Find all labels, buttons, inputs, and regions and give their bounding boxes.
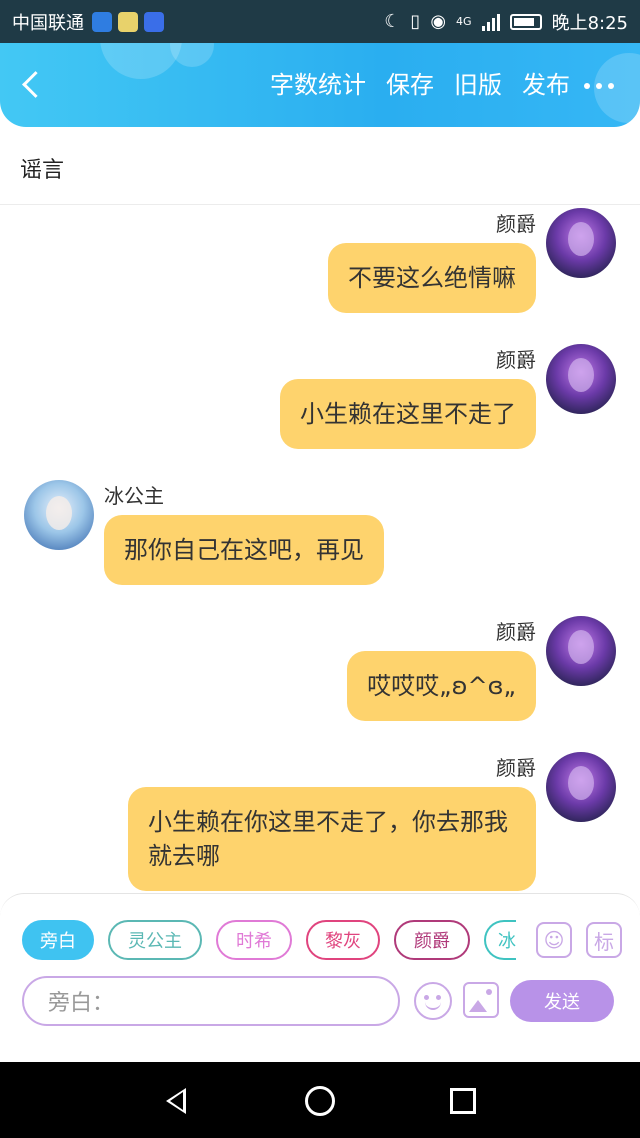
nav-home-icon[interactable] xyxy=(305,1086,335,1116)
save-button[interactable]: 保存 xyxy=(386,65,434,100)
avatar-yanjue[interactable] xyxy=(546,208,616,278)
decorative-bubble xyxy=(170,43,214,67)
status-bar: 中国联通 ☾ ▯ ◉ 4G 晚上8:25 xyxy=(0,0,640,43)
avatar-yanjue[interactable] xyxy=(546,344,616,414)
avatar-bing-princess[interactable] xyxy=(24,480,94,550)
message-input[interactable]: 旁白： xyxy=(22,976,400,1026)
navigation-bar xyxy=(0,1062,640,1138)
clock: 晚上8:25 xyxy=(551,12,628,34)
avatar-yanjue[interactable] xyxy=(546,752,616,822)
cat-app-icon xyxy=(118,11,138,32)
character-chip-ling[interactable]: 灵公主 xyxy=(108,920,202,960)
network-type: 4G xyxy=(456,15,472,28)
message-bubble[interactable]: 不要这么绝情嘛 xyxy=(328,243,536,313)
speaker-name: 颜爵 xyxy=(496,756,536,780)
message-bubble[interactable]: 哎哎哎„ʚ^ɞ„ xyxy=(347,651,536,721)
composer-panel: 旁白 灵公主 时希 黎灰 颜爵 冰 ☺ 标 旁白： 发送 xyxy=(0,893,640,1028)
moon-icon: ☾ xyxy=(384,11,401,32)
person-icon[interactable]: ☺ xyxy=(536,922,572,958)
bulb-app-icon xyxy=(144,11,164,32)
character-chip-yanjue[interactable]: 颜爵 xyxy=(394,920,470,960)
speaker-name: 颜爵 xyxy=(496,212,536,236)
message-bubble[interactable]: 小生赖在你这里不走了，你去那我就去哪 xyxy=(128,787,536,891)
header-actions: 字数统计 保存 旧版 发布 xyxy=(270,65,570,100)
nav-back-icon[interactable] xyxy=(166,1088,186,1114)
input-placeholder: 旁白： xyxy=(48,991,115,1016)
shield-app-icon xyxy=(92,11,112,32)
speaker-name: 颜爵 xyxy=(496,620,536,644)
signal-icon xyxy=(481,13,500,31)
emoji-icon[interactable] xyxy=(414,982,452,1020)
top-header: 字数统计 保存 旧版 发布 xyxy=(0,43,640,127)
avatar-yanjue[interactable] xyxy=(546,616,616,686)
chat-list[interactable]: 颜爵 不要这么绝情嘛 颜爵 小生赖在这里不走了 冰公主 那你自己在这吧，再见 颜… xyxy=(0,205,640,895)
eye-icon: ◉ xyxy=(430,11,447,32)
send-button[interactable]: 发送 xyxy=(510,980,614,1022)
old-version-button[interactable]: 旧版 xyxy=(454,65,502,100)
vibrate-icon: ▯ xyxy=(410,11,421,32)
character-chip-lihui[interactable]: 黎灰 xyxy=(306,920,380,960)
character-chip-narrator[interactable]: 旁白 xyxy=(22,920,94,960)
speaker-name: 颜爵 xyxy=(496,348,536,372)
story-title[interactable]: 谣言 xyxy=(20,152,64,184)
message-bubble[interactable]: 小生赖在这里不走了 xyxy=(280,379,536,449)
image-icon[interactable] xyxy=(463,982,499,1018)
carrier-name: 中国联通 xyxy=(12,12,84,34)
nav-recent-apps-icon[interactable] xyxy=(450,1088,476,1114)
character-chip-bing[interactable]: 冰 xyxy=(484,920,516,960)
back-button[interactable] xyxy=(18,69,50,101)
character-chip-shixi[interactable]: 时希 xyxy=(216,920,292,960)
battery-icon xyxy=(509,13,542,30)
more-icon[interactable] xyxy=(584,83,614,89)
word-count-button[interactable]: 字数统计 xyxy=(270,65,366,100)
publish-button[interactable]: 发布 xyxy=(522,65,570,100)
message-bubble[interactable]: 那你自己在这吧，再见 xyxy=(104,515,384,585)
speaker-name: 冰公主 xyxy=(104,484,164,508)
tag-button[interactable]: 标 xyxy=(586,922,622,958)
